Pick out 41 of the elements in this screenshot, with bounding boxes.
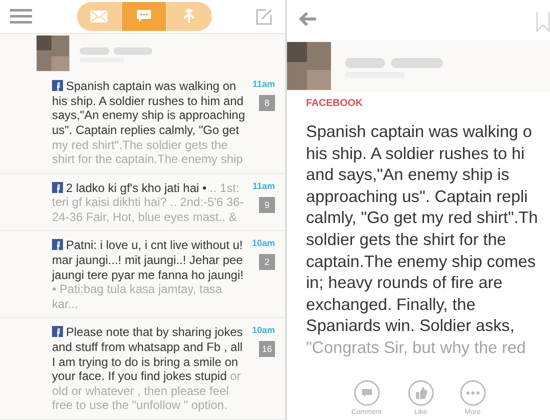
article-text: approaching us". Captain repli — [305, 186, 529, 208]
facebook-icon — [52, 182, 63, 193]
article-text: Spanish captain was walking o — [305, 121, 533, 143]
more-icon — [460, 380, 486, 406]
article-text: in; heavy rounds of fire are — [305, 272, 504, 294]
post-time: 11am — [252, 79, 275, 90]
post-time: 10am — [252, 325, 275, 336]
article-text: his ship. A soldier rushes to hi — [305, 142, 526, 164]
comment-count: 16 — [258, 341, 275, 358]
article-text: and says,"An enemy ship is — [305, 164, 510, 186]
comment-count: 9 — [259, 196, 275, 213]
post-text[interactable]: 2 ladko ki gf's kho jati hai • .. 1st: teri gf kaisi dikhti hai? .. 2nd:-5'6 36-24-36 Fair, Hot, blue eyes mast.. & — [52, 180, 246, 224]
facebook-icon — [52, 239, 63, 250]
thumbs-up-icon — [408, 380, 434, 406]
source-label: FACEBOOK — [305, 97, 364, 111]
view-tab[interactable] — [122, 2, 166, 31]
post-text[interactable]: Please note that by sharing jokes and stuff from whatsapp and Fb , all I am trying to do is bring a smile on your face. If you find jokes stupid or old or whatever , then please feel free to use the "unfollow " option. — [52, 325, 246, 413]
view-tab[interactable] — [166, 2, 212, 31]
post-text[interactable]: Patni: i love u, i cnt live without u! mar jaungi...! mit jaungi..! Jehar pee jaungi tere pyar me fanna ho jaungi! • Pati:bag tula kasa jamtay, tasa kar... — [52, 238, 246, 312]
envelope-icon — [90, 10, 108, 23]
bookmark-icon[interactable] — [536, 12, 550, 32]
article-text: captain.The enemy ship comes — [305, 250, 537, 272]
fork-arrow-icon — [180, 8, 196, 24]
compose-icon[interactable] — [256, 8, 273, 25]
article-text: exchanged. Finally, the — [305, 294, 476, 316]
facebook-icon — [52, 326, 63, 338]
article-text: "Congrats Sir, but why the red — [305, 336, 527, 359]
post-text[interactable]: Spanish captain was walking on his ship. A soldier rushes to him and says,"An enemy ship is approaching us". Captain replies calmly, "Go get my red shirt".The soldier gets the shirt for the captain.The enemy ship — [52, 79, 246, 167]
article-text: soldier gets the shirt for the — [305, 228, 508, 251]
comment-count: 2 — [259, 254, 275, 270]
comment-icon — [354, 380, 380, 406]
post-time: 10am — [252, 238, 275, 248]
back-arrow-icon[interactable] — [299, 12, 317, 26]
view-tab[interactable] — [76, 2, 122, 31]
comment-count: 8 — [259, 95, 275, 112]
menu-icon[interactable] — [10, 8, 32, 24]
article-text: calmly, "Go get my red shirt".Th — [305, 207, 539, 229]
facebook-icon — [52, 80, 63, 92]
article-text: Spaniards win. Soldier asks, — [305, 315, 516, 337]
post-time: 11am — [252, 180, 275, 191]
chat-bubble-icon — [136, 9, 152, 24]
